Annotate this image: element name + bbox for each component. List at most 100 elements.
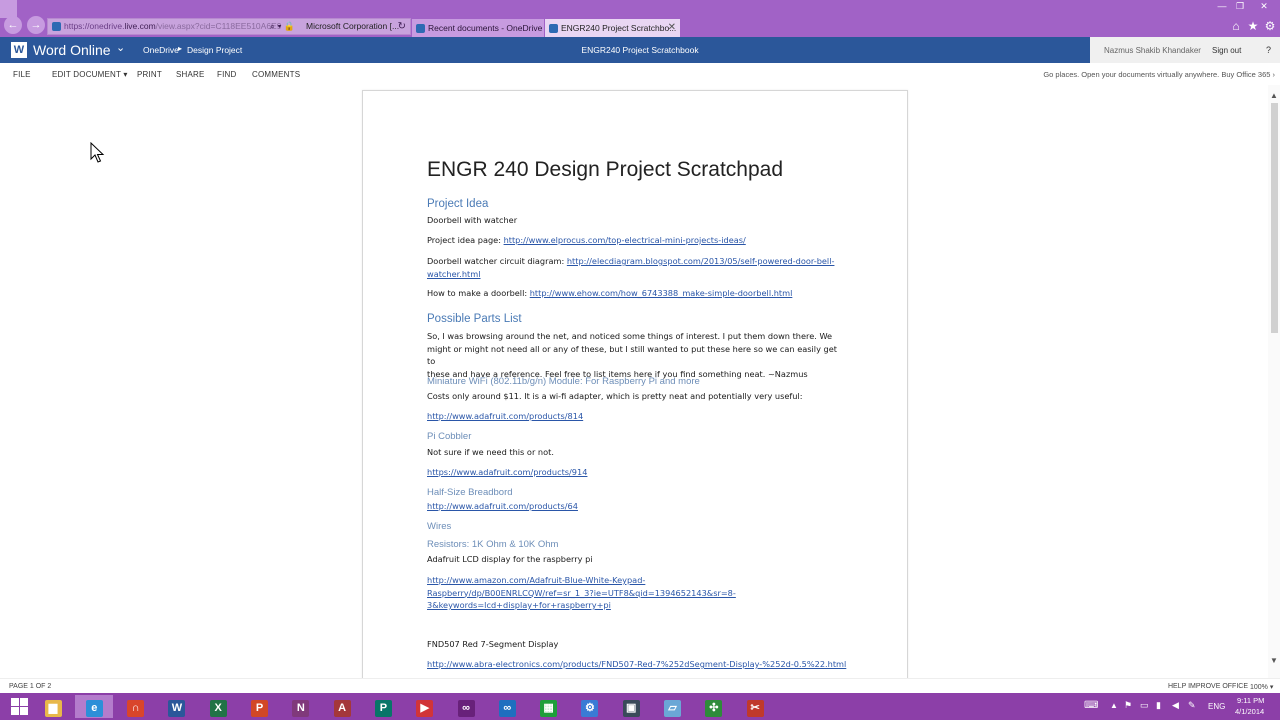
link-breadboard[interactable]: http://www.adafruit.com/products/64 — [427, 501, 578, 511]
visual-studio-icon: ∞ — [457, 700, 475, 717]
close-tab-icon[interactable]: ✕ — [668, 19, 676, 37]
link-circuit-diagram-cont[interactable]: watcher.html — [427, 269, 481, 279]
heading-resistors: Resistors: 1K Ohm & 10K Ohm — [427, 539, 559, 550]
clock-time[interactable]: 9:11 PM — [1237, 696, 1264, 705]
taskbar-media-player[interactable]: ▶ — [406, 695, 444, 718]
ribbon-print[interactable]: PRINT — [137, 70, 162, 79]
taskbar-notepad[interactable]: ▱ — [654, 695, 692, 718]
taskbar-access[interactable]: A — [323, 695, 361, 718]
address-bar[interactable]: https://onedrive.live.com/view.aspx?cid=… — [47, 18, 411, 35]
ribbon-comments[interactable]: COMMENTS — [252, 70, 300, 79]
visual-studio-blue-icon: ∞ — [498, 700, 516, 717]
ribbon-find[interactable]: FIND — [217, 70, 236, 79]
keyboard-icon[interactable]: ⌨ — [1084, 700, 1098, 711]
security-identity[interactable]: Microsoft Corporation [... — [306, 19, 399, 34]
taskbar-publisher[interactable]: P — [364, 695, 402, 718]
link-segment[interactable]: http://www.abra-electronics.com/products… — [427, 659, 846, 669]
clock-date[interactable]: 4/1/2014 — [1235, 707, 1264, 716]
forward-button[interactable]: → — [27, 16, 45, 34]
power-icon[interactable]: ▭ — [1140, 700, 1149, 711]
reload-icon[interactable]: ↻ — [398, 19, 406, 34]
taskbar-spreadsheet-app[interactable]: ▦ — [530, 695, 568, 718]
notepad-icon: ▱ — [664, 700, 681, 717]
word-icon: W — [168, 700, 186, 717]
user-name[interactable]: Nazmus Shakib Khandaker — [1104, 46, 1201, 55]
settings-app-icon: ⚙ — [581, 700, 599, 717]
paragraph-how-to: How to make a doorbell: http://www.ehow.… — [427, 288, 793, 298]
taskbar-excel[interactable]: X — [199, 695, 237, 718]
tab-label: ENGR240 Project Scratchbo... — [561, 23, 677, 33]
pen-icon[interactable]: ✎ — [1188, 700, 1196, 711]
chevron-down-icon[interactable]: ⌄ — [116, 41, 125, 54]
tab-engr240-scratchbook[interactable]: ENGR240 Project Scratchbo... ✕ — [545, 19, 680, 37]
status-bar: PAGE 1 OF 2 HELP IMPROVE OFFICE 100% ▾ — [0, 678, 1280, 693]
show-hidden-icons-icon[interactable]: ▲ — [1110, 701, 1118, 710]
network-icon[interactable]: ▮ — [1156, 700, 1161, 711]
heading-wires: Wires — [427, 521, 452, 532]
office-promo-link[interactable]: Go places. Open your documents virtually… — [1043, 70, 1275, 79]
help-icon[interactable]: ? — [1266, 45, 1271, 55]
maximize-icon[interactable]: ❐ — [1232, 1, 1248, 12]
forward-arrow-icon: → — [30, 19, 42, 31]
help-improve-office-link[interactable]: HELP IMPROVE OFFICE — [1168, 683, 1248, 690]
ribbon: FILE EDIT DOCUMENT ▾ PRINT SHARE FIND CO… — [0, 63, 1280, 85]
taskbar-snipping-tool[interactable]: ✂ — [736, 695, 774, 718]
windows-taskbar: ▆ e ∩ W X P N A P ▶ ∞ ∞ ▦ ⚙ ▣ ▱ ✣ ✂ ⌨ ▲ ⚑ ▭ ▮ ◀ ✎ ENG 9:1… — [0, 693, 1280, 720]
scroll-down-icon[interactable]: ▼ — [1270, 656, 1278, 665]
link-wifi[interactable]: http://www.adafruit.com/products/814 — [427, 411, 583, 421]
home-icon[interactable]: ⌂ — [1228, 19, 1244, 33]
windows-logo-icon — [10, 698, 28, 715]
zoom-control[interactable]: 100% ▾ — [1250, 683, 1273, 691]
word-logo-icon[interactable]: W — [11, 42, 27, 58]
document-title[interactable]: ENGR240 Project Scratchbook — [540, 45, 740, 55]
taskbar-powerpoint[interactable]: P — [241, 695, 279, 718]
scrollbar-thumb[interactable] — [1271, 103, 1278, 333]
app-name[interactable]: Word Online — [33, 42, 111, 58]
scroll-up-icon[interactable]: ▲ — [1270, 91, 1278, 100]
internet-explorer-icon: e — [85, 700, 103, 717]
taskbar-word[interactable]: W — [158, 695, 196, 718]
link-cobbler[interactable]: https://www.adafruit.com/products/914 — [427, 467, 587, 477]
taskbar-headphones[interactable]: ∩ — [117, 695, 155, 718]
sign-out-link[interactable]: Sign out — [1212, 46, 1241, 55]
url-path: /view.aspx?cid=C118EE510A6E9 — [155, 21, 282, 31]
paragraph-cobbler: Not sure if we need this or not. — [427, 447, 554, 457]
link-circuit-diagram[interactable]: http://elecdiagram.blogspot.com/2013/05/… — [567, 256, 835, 266]
taskbar-network-app[interactable]: ✣ — [695, 695, 733, 718]
favorites-star-icon[interactable]: ★ — [1245, 19, 1261, 33]
vertical-scrollbar[interactable]: ▲ ▼ — [1268, 85, 1280, 678]
link-how-to[interactable]: http://www.ehow.com/how_6743388_make-sim… — [530, 288, 793, 298]
document-viewer[interactable]: ENGR 240 Design Project Scratchpad Proje… — [0, 85, 1268, 690]
close-window-icon[interactable]: ✕ — [1256, 1, 1272, 12]
link-lcd[interactable]: http://www.amazon.com/Adafruit-Blue-Whit… — [427, 575, 645, 585]
taskbar-file-explorer[interactable]: ▆ — [34, 695, 72, 718]
address-search-icon[interactable]: ⌕ ▾ 🔒 — [270, 19, 295, 34]
heading-breadboard: Half-Size Breadbord — [427, 487, 513, 498]
action-center-icon[interactable]: ⚑ — [1124, 700, 1132, 711]
back-button[interactable]: ← — [4, 16, 22, 34]
input-language[interactable]: ENG — [1208, 702, 1225, 711]
chevron-down-icon: ▾ — [1269, 684, 1274, 691]
taskbar-internet-explorer[interactable]: e — [75, 695, 114, 718]
onenote-icon: N — [292, 700, 310, 717]
taskbar-photo-app[interactable]: ▣ — [612, 695, 650, 718]
taskbar-visual-studio-blue[interactable]: ∞ — [488, 695, 526, 718]
paragraph-parts-intro: So, I was browsing around the net, and n… — [427, 331, 837, 379]
ribbon-file[interactable]: FILE — [13, 70, 31, 79]
taskbar-visual-studio[interactable]: ∞ — [447, 695, 485, 718]
ribbon-share[interactable]: SHARE — [176, 70, 205, 79]
minimize-icon[interactable]: — — [1214, 1, 1230, 11]
ribbon-edit-document[interactable]: EDIT DOCUMENT ▾ — [52, 70, 128, 79]
tab-recent-documents[interactable]: Recent documents - OneDrive — [412, 19, 544, 37]
link-idea-page[interactable]: http://www.elprocus.com/top-electrical-m… — [504, 235, 746, 245]
breadcrumb-design-project[interactable]: Design Project — [187, 45, 242, 55]
taskbar-onenote[interactable]: N — [282, 695, 320, 718]
lock-icon: 🔒 — [283, 21, 296, 31]
start-button[interactable] — [0, 695, 38, 718]
breadcrumb-onedrive[interactable]: OneDrive — [143, 45, 179, 55]
taskbar-settings-app[interactable]: ⚙ — [571, 695, 609, 718]
volume-icon[interactable]: ◀ — [1172, 700, 1179, 711]
tools-gear-icon[interactable]: ⚙ — [1262, 19, 1278, 33]
paragraph-breadboard-link: http://www.adafruit.com/products/64 — [427, 500, 847, 513]
page-count: PAGE 1 OF 2 — [9, 683, 52, 690]
